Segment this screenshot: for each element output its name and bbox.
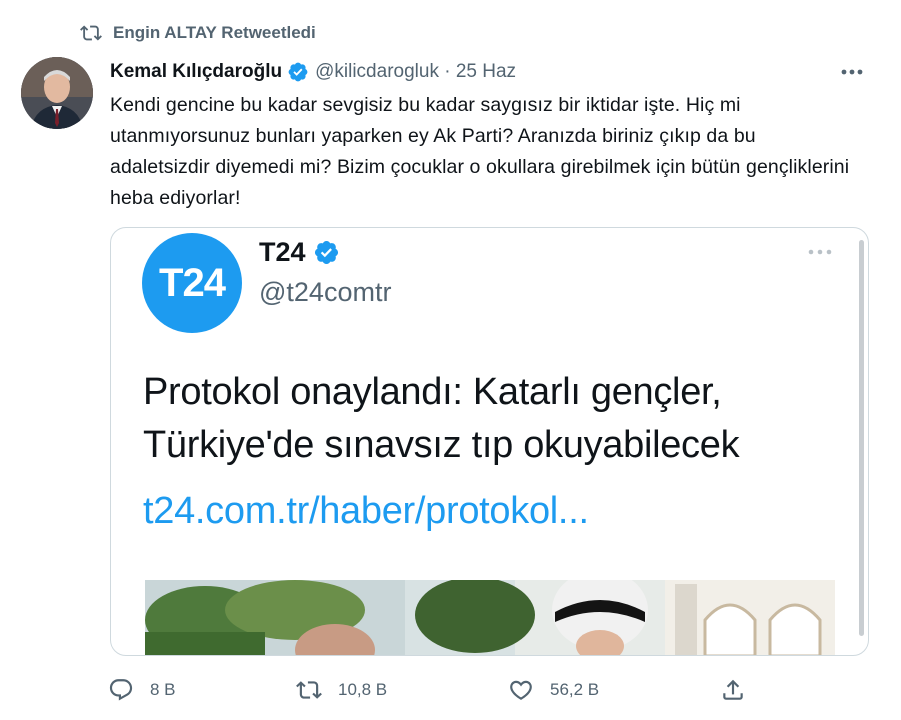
retweet-icon [80, 25, 102, 41]
retweet-count: 10,8 B [338, 680, 388, 699]
tweet-header: Kemal Kılıçdaroğlu @kilicdarogluk · 25 H… [110, 58, 516, 86]
retweet-icon [296, 681, 322, 699]
card-scrollbar[interactable] [859, 240, 864, 636]
card-more-icon [808, 249, 832, 255]
source-name: T24 [259, 237, 306, 267]
share-button[interactable] [720, 674, 746, 706]
news-photo [145, 580, 835, 655]
like-count: 56,2 B [550, 680, 600, 699]
retweet-banner-text: Engin ALTAY Retweetledi [113, 23, 316, 42]
card-headline: Protokol onaylandı: Katarlı gençler, Tür… [143, 371, 740, 466]
retweet-banner[interactable]: Engin ALTAY Retweetledi [80, 20, 316, 46]
share-icon [723, 679, 743, 700]
avatar-photo [21, 57, 93, 129]
like-icon [510, 680, 532, 700]
like-button[interactable]: 56,2 B [508, 674, 599, 706]
more-options-icon[interactable] [839, 62, 865, 82]
reply-button[interactable]: 8 B [108, 674, 176, 706]
verified-badge-icon [314, 240, 338, 265]
reply-icon [109, 679, 133, 701]
tweet-text: Kendi gencine bu kadar sevgisiz bu kadar… [110, 94, 850, 209]
author-handle-and-date[interactable]: @kilicdarogluk · 25 Haz [315, 61, 516, 83]
reply-count: 8 B [150, 680, 176, 699]
source-logo: T24 [142, 233, 242, 333]
author-name[interactable]: Kemal Kılıçdaroğlu [110, 61, 282, 83]
tweet-actions: 8 B 10,8 B 56,2 B [108, 674, 768, 706]
source-name-row: T24 [259, 237, 340, 268]
verified-badge-icon [288, 62, 308, 82]
card-link[interactable]: t24.com.tr/haber/protokol... [143, 490, 589, 533]
embedded-media-card[interactable]: T24 T24 @t24comtr Protokol onaylandı: Ka… [110, 227, 869, 656]
source-handle: @t24comtr [259, 277, 392, 307]
avatar[interactable] [21, 57, 93, 129]
retweet-button[interactable]: 10,8 B [296, 674, 387, 706]
